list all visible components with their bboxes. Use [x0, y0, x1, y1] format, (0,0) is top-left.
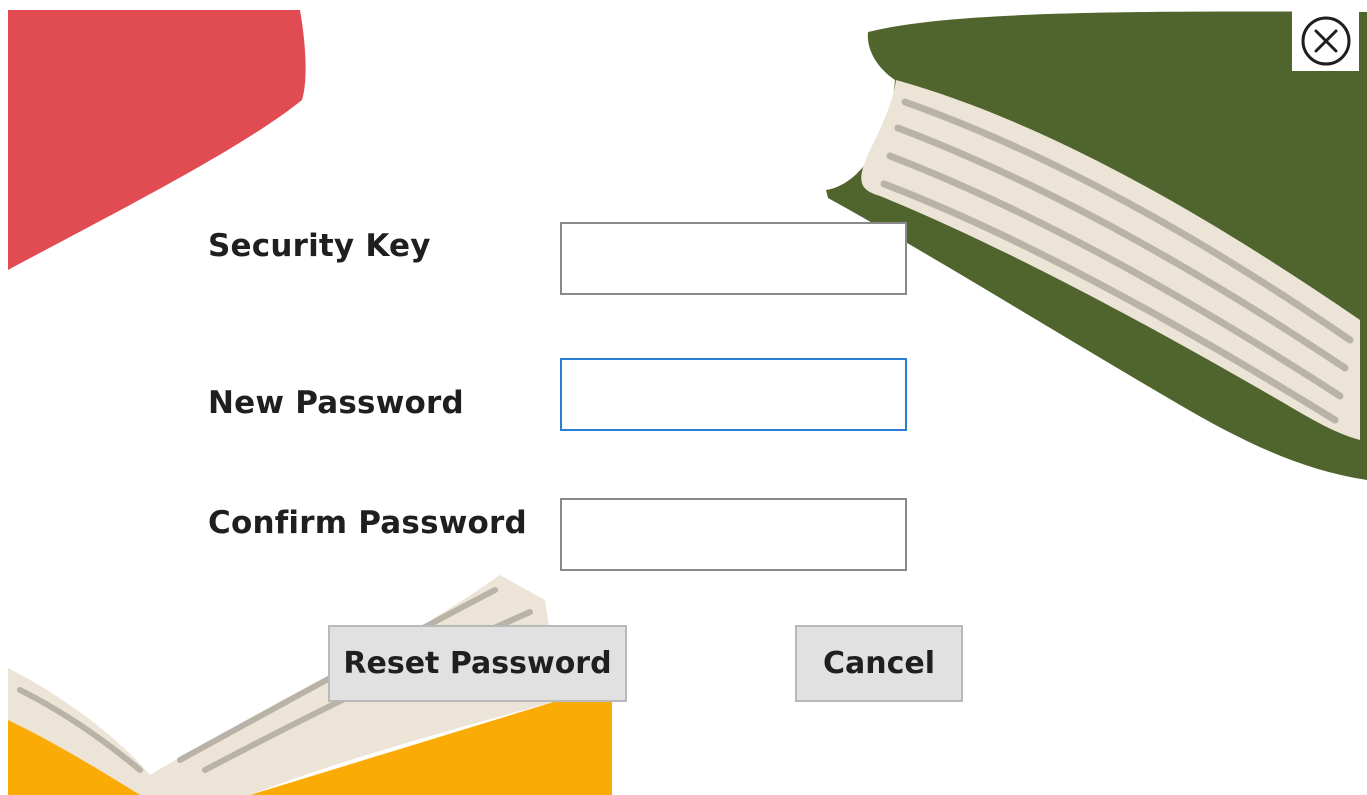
reset-password-window: Security Key New Password Confirm Passwo… — [0, 0, 1367, 795]
confirm-password-label: Confirm Password — [208, 505, 527, 541]
cancel-button[interactable]: Cancel — [795, 625, 963, 702]
new-password-label: New Password — [208, 385, 464, 421]
close-button[interactable] — [1292, 10, 1359, 71]
security-key-input[interactable] — [560, 222, 907, 295]
close-circle-icon — [1301, 16, 1350, 65]
confirm-password-input[interactable] — [560, 498, 907, 571]
reset-password-button[interactable]: Reset Password — [328, 625, 627, 702]
security-key-label: Security Key — [208, 228, 431, 264]
green-book-icon — [826, 11, 1367, 481]
new-password-input[interactable] — [560, 358, 907, 431]
